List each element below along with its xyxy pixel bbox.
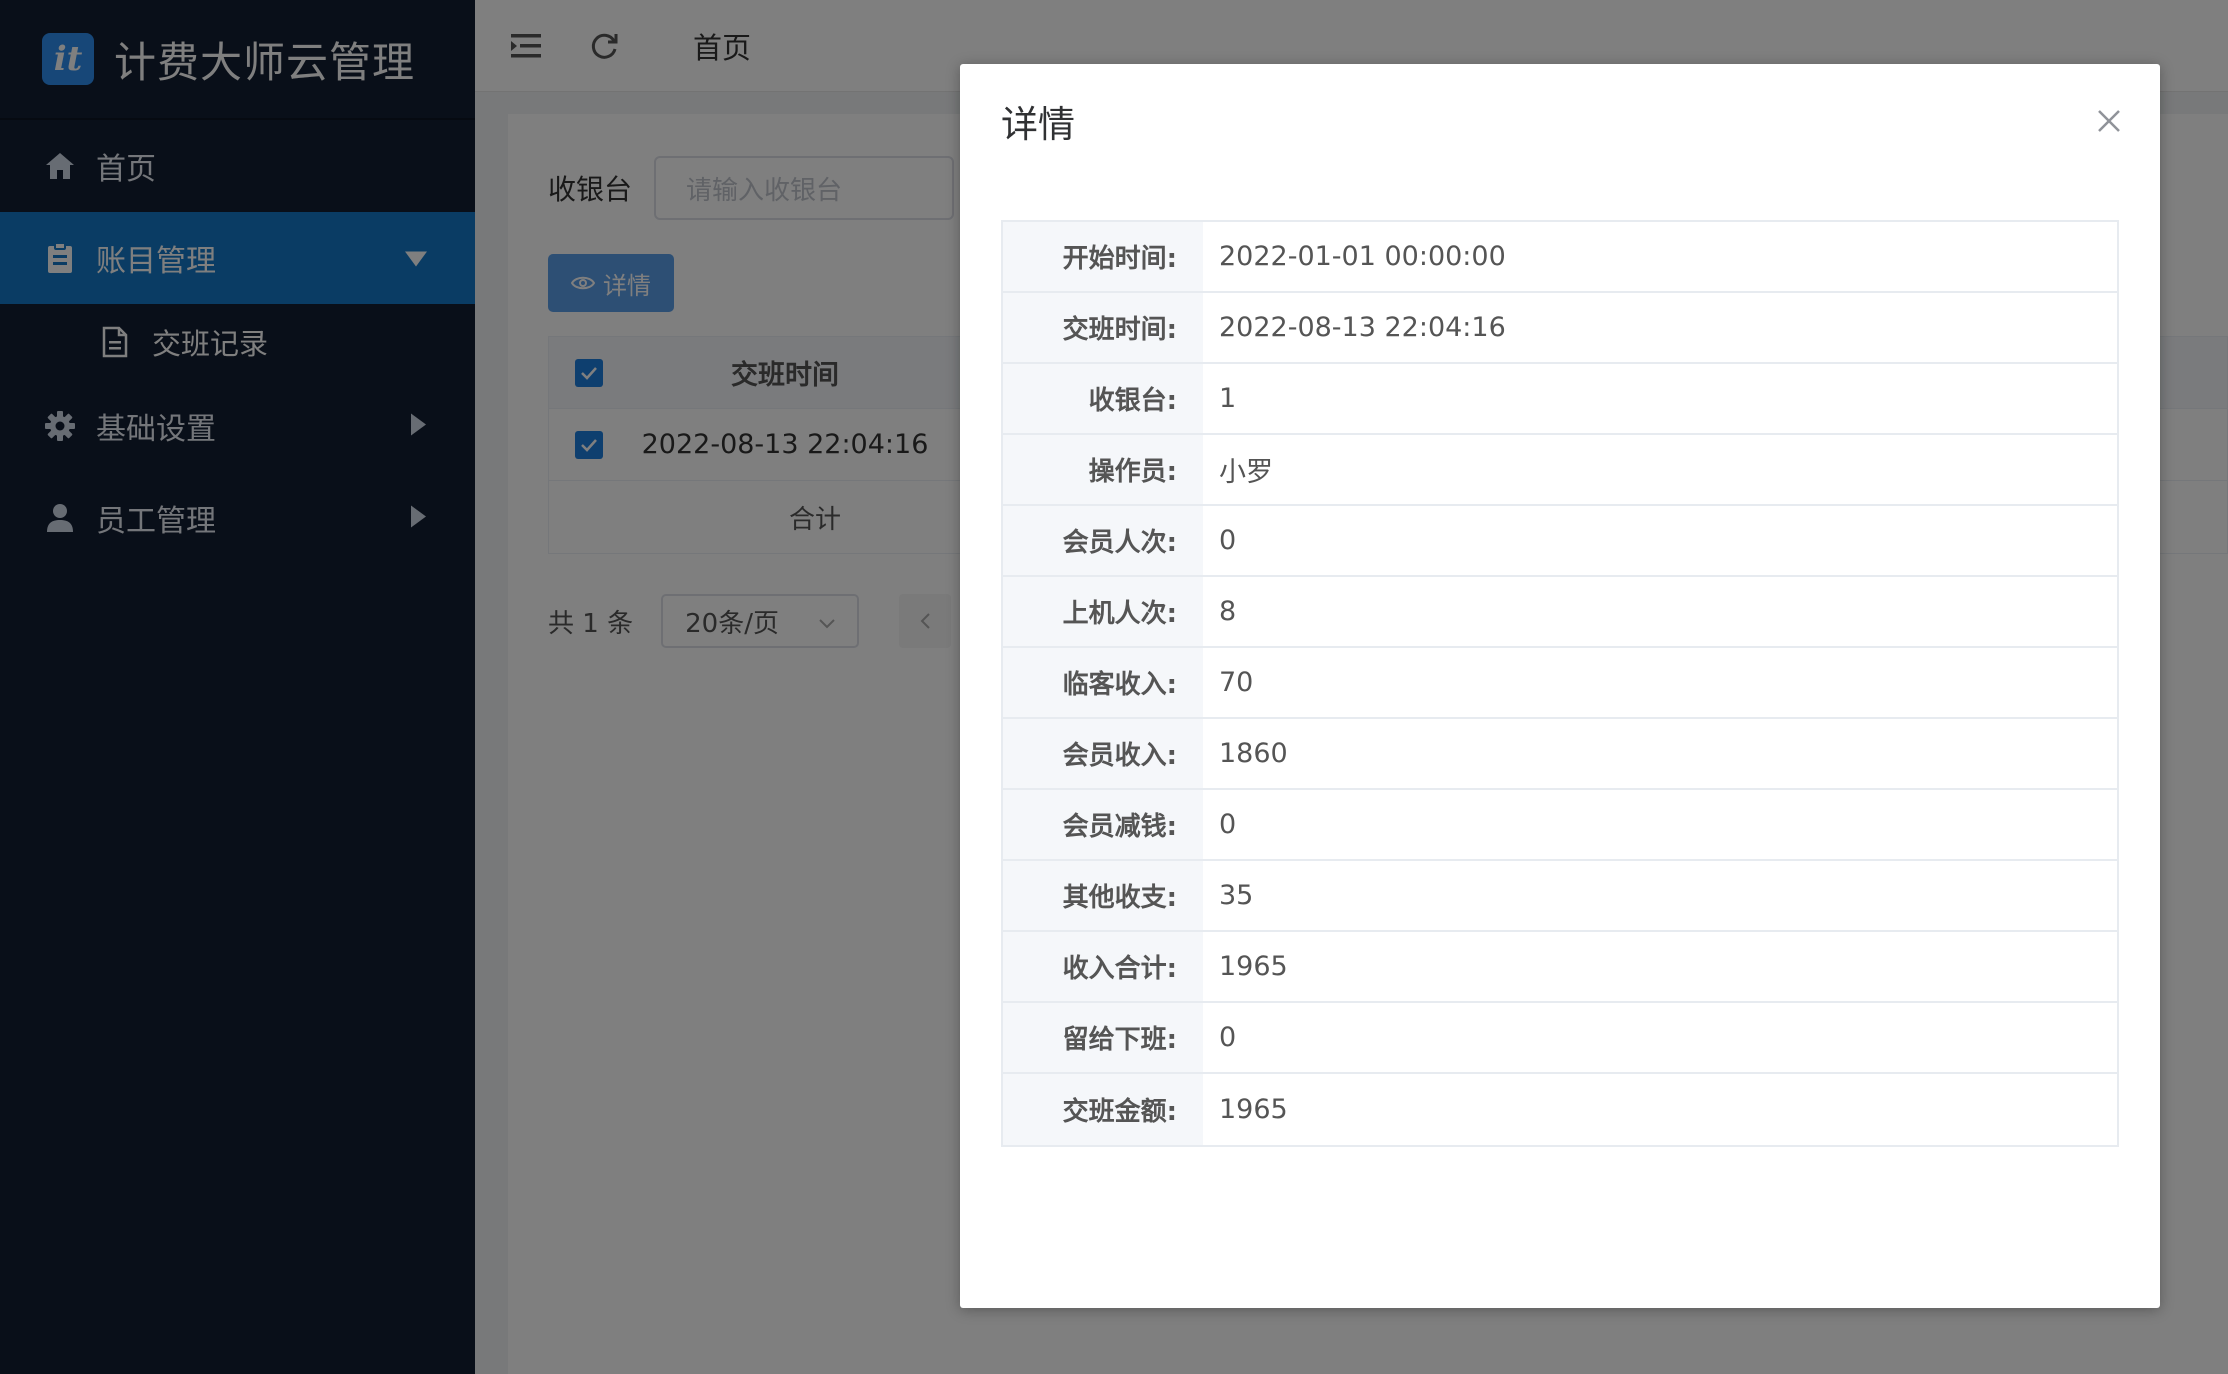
detail-value: 2022-01-01 00:00:00 bbox=[1219, 241, 1506, 272]
detail-label: 操作员: bbox=[1003, 435, 1203, 504]
detail-label: 会员人次: bbox=[1003, 506, 1203, 575]
detail-value: 2022-08-13 22:04:16 bbox=[1219, 312, 1506, 343]
detail-value: 70 bbox=[1219, 667, 1254, 698]
detail-row: 收银台: 1 bbox=[1003, 364, 2117, 435]
detail-value: 0 bbox=[1219, 809, 1237, 840]
detail-value: 1965 bbox=[1219, 951, 1288, 982]
detail-row: 临客收入: 70 bbox=[1003, 648, 2117, 719]
dialog-title: 详情 bbox=[1001, 103, 1075, 146]
detail-label: 交班金额: bbox=[1003, 1074, 1203, 1145]
detail-label: 上机人次: bbox=[1003, 577, 1203, 646]
detail-label: 其他收支: bbox=[1003, 861, 1203, 930]
detail-row: 开始时间: 2022-01-01 00:00:00 bbox=[1003, 222, 2117, 293]
detail-value: 35 bbox=[1219, 880, 1254, 911]
detail-value: 1 bbox=[1219, 383, 1237, 414]
detail-row: 交班金额: 1965 bbox=[1003, 1074, 2117, 1145]
detail-value: 1860 bbox=[1219, 738, 1288, 769]
detail-row: 上机人次: 8 bbox=[1003, 577, 2117, 648]
detail-label: 收入合计: bbox=[1003, 932, 1203, 1001]
detail-value: 8 bbox=[1219, 596, 1237, 627]
detail-dialog: 详情 开始时间: 2022-01-01 00:00:00 交班时间: 2022-08-… bbox=[960, 64, 2160, 1308]
detail-value: 0 bbox=[1219, 1022, 1237, 1053]
close-icon[interactable] bbox=[2096, 108, 2122, 134]
detail-value: 0 bbox=[1219, 525, 1237, 556]
detail-label: 会员减钱: bbox=[1003, 790, 1203, 859]
detail-row: 收入合计: 1965 bbox=[1003, 932, 2117, 1003]
detail-table: 开始时间: 2022-01-01 00:00:00 交班时间: 2022-08-13 … bbox=[1001, 220, 2119, 1147]
detail-label: 留给下班: bbox=[1003, 1003, 1203, 1072]
detail-row: 留给下班: 0 bbox=[1003, 1003, 2117, 1074]
detail-row: 其他收支: 35 bbox=[1003, 861, 2117, 932]
detail-label: 会员收入: bbox=[1003, 719, 1203, 788]
detail-row: 会员收入: 1860 bbox=[1003, 719, 2117, 790]
detail-label: 交班时间: bbox=[1003, 293, 1203, 362]
detail-row: 交班时间: 2022-08-13 22:04:16 bbox=[1003, 293, 2117, 364]
detail-label: 临客收入: bbox=[1003, 648, 1203, 717]
detail-label: 收银台: bbox=[1003, 364, 1203, 433]
detail-row: 会员人次: 0 bbox=[1003, 506, 2117, 577]
detail-row: 操作员: 小罗 bbox=[1003, 435, 2117, 506]
detail-row: 会员减钱: 0 bbox=[1003, 790, 2117, 861]
detail-value: 小罗 bbox=[1219, 457, 1273, 488]
detail-value: 1965 bbox=[1219, 1094, 1288, 1125]
detail-label: 开始时间: bbox=[1003, 222, 1203, 291]
